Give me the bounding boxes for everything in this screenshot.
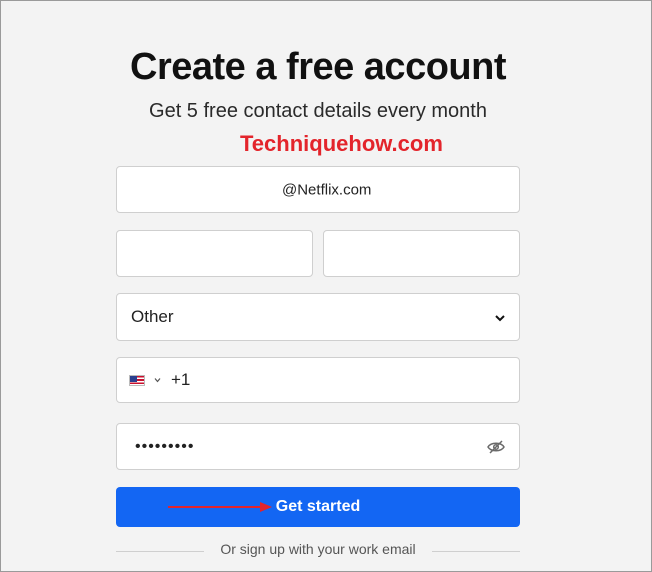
alt-signup-text[interactable]: Or sign up with your work email	[116, 541, 520, 557]
phone-field[interactable]: +1	[116, 357, 520, 403]
phone-prefix: +1	[171, 370, 191, 389]
country-chevron-icon[interactable]	[154, 375, 161, 386]
role-select-value: Other	[131, 307, 174, 326]
page-title: Create a free account	[130, 46, 507, 88]
password-field[interactable]: •••••••••	[116, 423, 520, 470]
email-value: @Netflix.com	[282, 181, 372, 198]
password-value: •••••••••	[135, 437, 195, 455]
last-name-field[interactable]	[323, 230, 520, 277]
watermark-text: Techniquehow.com	[240, 131, 443, 156]
role-select[interactable]: Other	[116, 293, 520, 341]
divider-line-right	[432, 551, 520, 552]
eye-slash-icon[interactable]	[487, 439, 505, 454]
get-started-label: Get started	[275, 498, 361, 515]
chevron-down-icon	[495, 309, 505, 325]
email-field[interactable]: @Netflix.com	[116, 166, 520, 213]
page-subtitle: Get 5 free contact details every month	[149, 100, 487, 122]
alt-signup-divider: Or sign up with your work email	[116, 541, 520, 561]
us-flag-icon[interactable]	[129, 375, 145, 386]
first-name-field[interactable]	[116, 230, 313, 277]
annotation-arrow-icon	[168, 502, 272, 512]
